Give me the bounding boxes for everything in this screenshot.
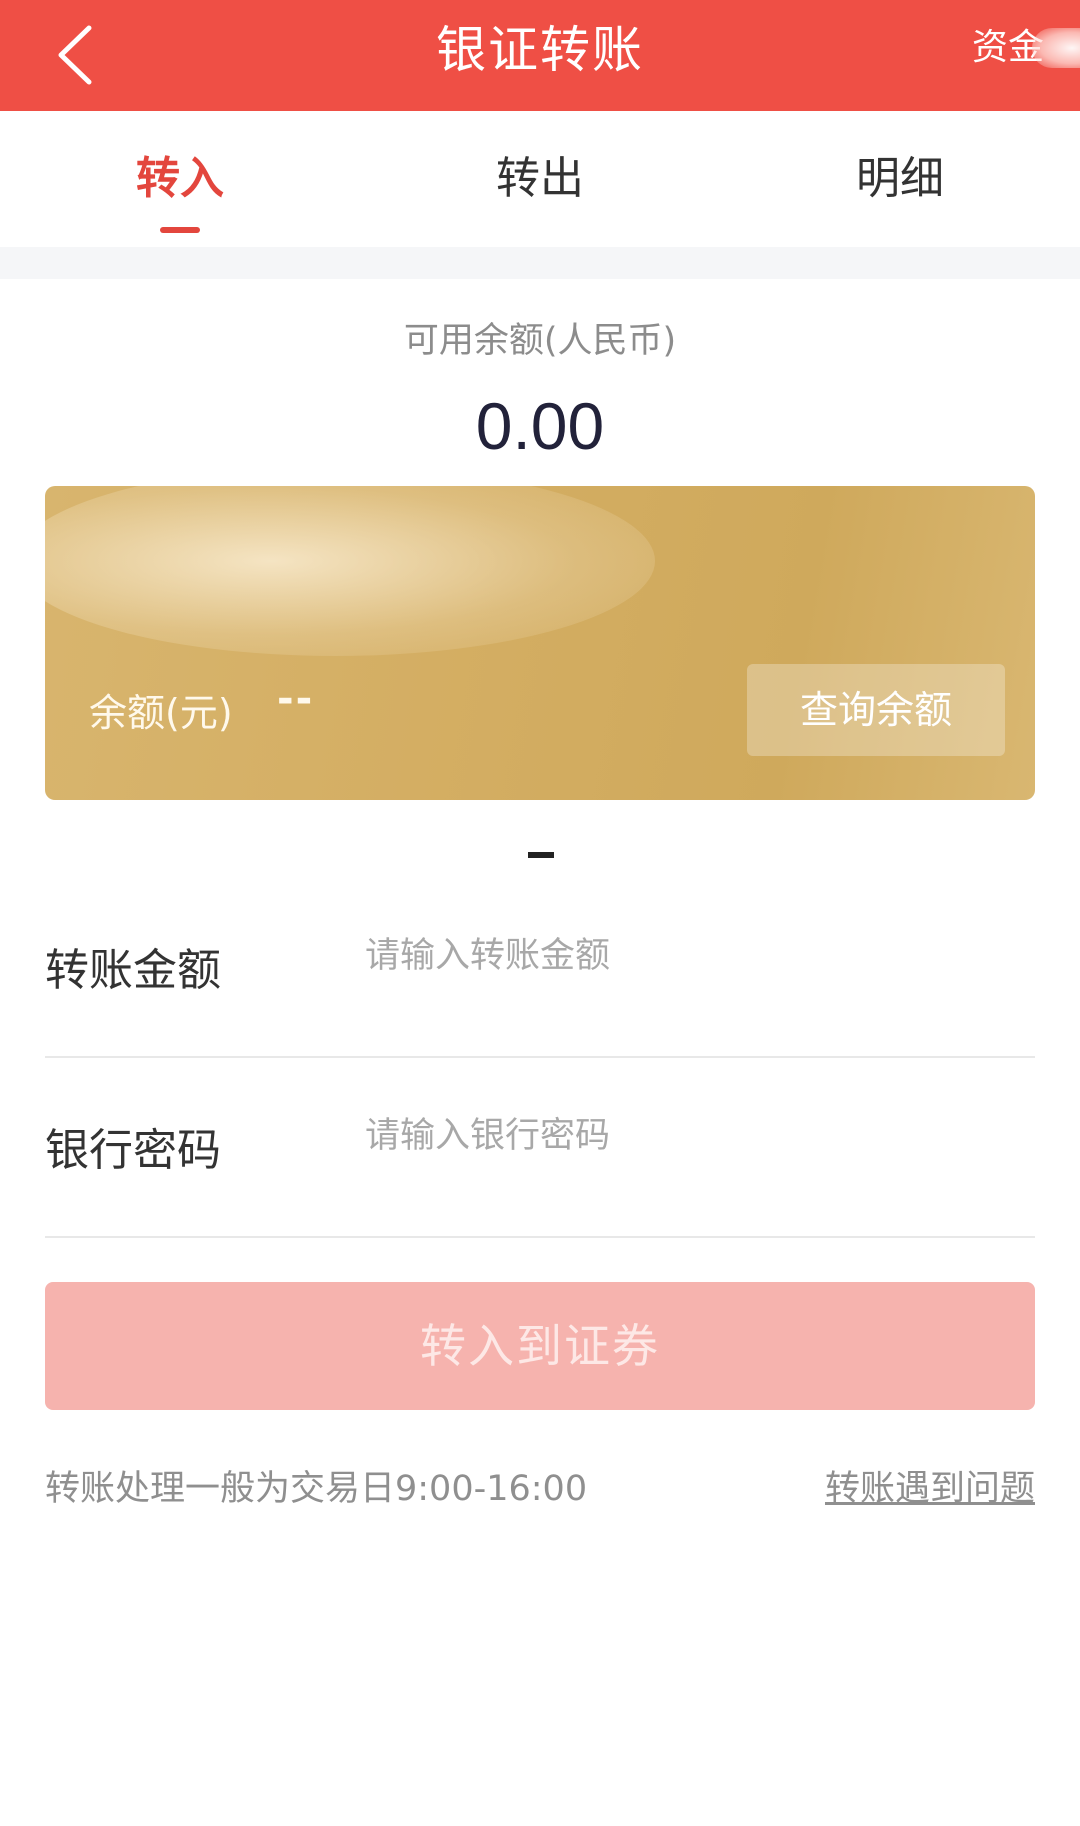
card-balance-value: -- [277, 676, 315, 722]
bank-password-row: 银行密码 [45, 1056, 1035, 1238]
transfer-hours-note: 转账处理一般为交易日9:00-16:00 [45, 1469, 588, 1509]
tab-bar: 转入 转出 明细 [0, 111, 1080, 247]
page-title: 银证转账 [436, 21, 644, 79]
tab-transfer-in-label: 转入 [136, 153, 224, 204]
available-balance-amount: 0.00 [475, 389, 605, 463]
transfer-amount-input[interactable] [365, 920, 1025, 992]
available-balance-label: 可用余额(人民币) [403, 321, 677, 361]
tab-transfer-out-label: 转出 [496, 153, 584, 204]
bank-password-label: 银行密码 [45, 1125, 221, 1176]
funds-link[interactable]: 资金 [972, 0, 1080, 96]
card-balance-label: 余额(元) [89, 691, 233, 735]
transfer-amount-label: 转账金额 [45, 945, 221, 996]
bank-password-input[interactable] [365, 1100, 1025, 1172]
bank-card: 余额(元) -- 查询余额 [45, 486, 1035, 800]
tab-transfer-out[interactable]: 转出 [360, 111, 720, 247]
tab-details[interactable]: 明细 [720, 111, 1080, 247]
tab-details-label: 明细 [856, 153, 944, 204]
obscured-bank-info [45, 486, 655, 656]
obscured-text-blur [1031, 28, 1080, 68]
header-bar: 银证转账 资金 [0, 0, 1080, 111]
section-divider [0, 247, 1080, 279]
active-tab-indicator [160, 227, 200, 233]
tab-transfer-in[interactable]: 转入 [0, 111, 360, 247]
dash-mark [528, 852, 554, 858]
transfer-in-submit-button[interactable]: 转入到证券 [45, 1282, 1035, 1410]
query-balance-button[interactable]: 查询余额 [747, 664, 1005, 756]
transfer-amount-row: 转账金额 [45, 876, 1035, 1058]
transfer-help-link[interactable]: 转账遇到问题 [825, 1460, 1035, 1511]
